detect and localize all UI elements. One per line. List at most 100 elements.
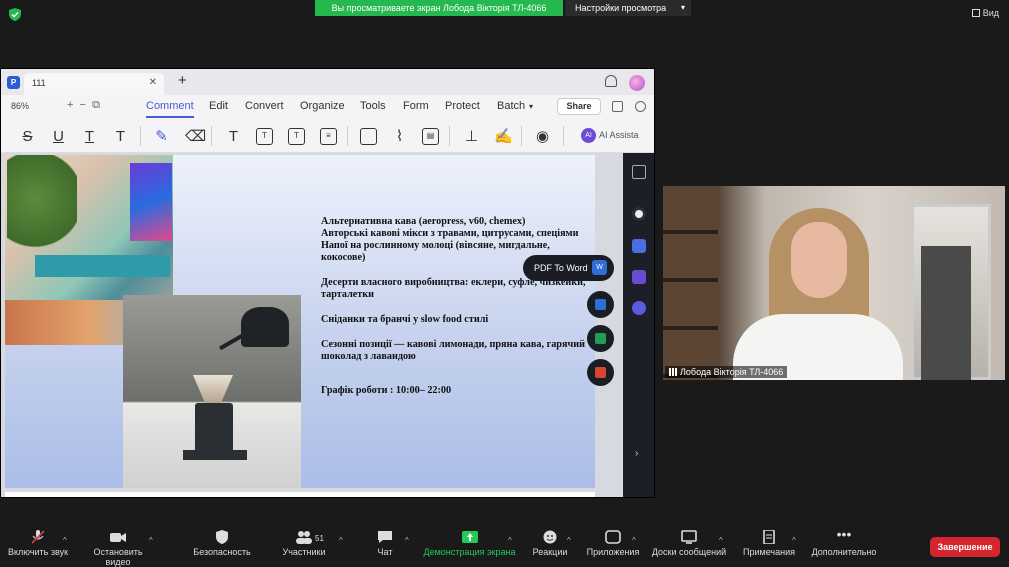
muted-mic-icon bbox=[31, 530, 45, 544]
view-button-label: Вид bbox=[982, 8, 999, 18]
new-tab-icon[interactable]: + bbox=[178, 72, 187, 89]
shield-check-icon[interactable] bbox=[9, 8, 21, 21]
meeting-controls-bar: Включить звук ^ Остановить видео ^ Безоп… bbox=[0, 527, 1009, 567]
participants-options-caret[interactable]: ^ bbox=[339, 535, 343, 545]
share-button[interactable]: Share bbox=[557, 98, 601, 115]
toolbar-divider bbox=[449, 126, 450, 146]
connect-icon[interactable] bbox=[612, 101, 623, 112]
chat-bot-icon[interactable] bbox=[632, 207, 646, 221]
participants-icon bbox=[296, 531, 312, 544]
signature-icon[interactable]: ✍ bbox=[494, 128, 513, 145]
participant-video-tile[interactable]: Лобода Вікторія ТЛ-4066 bbox=[663, 186, 1005, 380]
check-shield-icon[interactable] bbox=[632, 270, 646, 284]
shape-icon[interactable] bbox=[360, 128, 377, 145]
bell-icon[interactable] bbox=[605, 75, 617, 87]
document-tab-title: 111 bbox=[32, 78, 46, 88]
ai-assistant-button[interactable]: AI AI Assista bbox=[581, 128, 654, 145]
measure-icon[interactable]: ▤ bbox=[422, 128, 439, 145]
notes-button[interactable]: Примечания bbox=[742, 530, 796, 557]
participant-name-label: Лобода Вікторія ТЛ-4066 bbox=[665, 366, 788, 378]
toolbar-divider bbox=[140, 126, 141, 146]
audio-options-caret[interactable]: ^ bbox=[63, 535, 67, 545]
more-button[interactable]: ••• Дополнительно bbox=[811, 526, 877, 557]
security-button[interactable]: Безопасность bbox=[192, 530, 252, 557]
participant-name: Лобода Вікторія ТЛ-4066 bbox=[680, 367, 784, 377]
convert-sheet-button[interactable] bbox=[587, 325, 614, 352]
menu-protect[interactable]: Protect bbox=[445, 100, 480, 112]
ai-assistant-label: AI Assista bbox=[599, 129, 639, 140]
view-settings-dropdown[interactable]: Настройки просмотра ▾ bbox=[565, 0, 691, 16]
right-side-rail: › bbox=[623, 153, 654, 497]
underline-icon[interactable]: U bbox=[50, 128, 67, 145]
shared-screen-pdf-window: P 111 ✕ + 86% + − ⧉ Comment Edit Convert… bbox=[0, 68, 655, 498]
whiteboards-options-caret[interactable]: ^ bbox=[719, 535, 723, 545]
ellipsis-icon: ••• bbox=[836, 526, 852, 542]
translate-icon[interactable] bbox=[632, 239, 646, 253]
close-tab-icon[interactable]: ✕ bbox=[149, 77, 157, 88]
apps-options-caret[interactable]: ^ bbox=[632, 535, 636, 545]
chevron-right-icon[interactable]: › bbox=[635, 448, 638, 459]
callout-icon[interactable]: T bbox=[288, 128, 305, 145]
menu-tools[interactable]: Tools bbox=[360, 100, 386, 112]
menu-batch[interactable]: Batch bbox=[497, 100, 525, 112]
end-meeting-button[interactable]: Завершение bbox=[930, 537, 1000, 557]
eraser-icon[interactable]: ⌫ bbox=[185, 128, 206, 145]
stop-video-button[interactable]: Остановить видео bbox=[80, 530, 156, 567]
more-label: Дополнительно bbox=[811, 547, 877, 557]
paperclip-icon[interactable]: ⌇ bbox=[391, 128, 408, 145]
menu-form[interactable]: Form bbox=[403, 100, 429, 112]
stop-video-label: Остановить видео bbox=[93, 547, 143, 567]
pdf-page-area[interactable]: Альтернативна кава (aeropress, v60, chem… bbox=[1, 153, 623, 497]
next-page-edge bbox=[5, 492, 595, 497]
pdf-to-word-button[interactable]: PDF To Word W bbox=[523, 255, 614, 281]
convert-ppt-button[interactable] bbox=[587, 359, 614, 386]
word-icon: W bbox=[592, 260, 607, 275]
zoom-level[interactable]: 86% bbox=[11, 101, 29, 111]
unmute-button[interactable]: Включить звук bbox=[7, 530, 69, 557]
reactions-button[interactable]: Реакции bbox=[532, 530, 568, 557]
toolbar-divider bbox=[521, 126, 522, 146]
reactions-options-caret[interactable]: ^ bbox=[567, 535, 571, 545]
video-options-caret[interactable]: ^ bbox=[149, 535, 153, 545]
ai-icon: AI bbox=[581, 128, 596, 143]
slide-paragraph: Сезонні позиції — кавові лимонади, пряна… bbox=[321, 339, 585, 362]
user-avatar[interactable] bbox=[629, 75, 645, 91]
signal-bars-icon bbox=[669, 368, 677, 376]
ai-assistant-icon[interactable] bbox=[632, 301, 646, 315]
view-settings-label: Настройки просмотра bbox=[575, 3, 667, 13]
chat-options-caret[interactable]: ^ bbox=[405, 535, 409, 545]
stamp-icon[interactable]: ⊥ bbox=[463, 128, 480, 145]
zoom-controls[interactable]: + − ⧉ bbox=[67, 99, 100, 112]
squiggly-text-icon[interactable]: T bbox=[81, 128, 98, 145]
menu-comment[interactable]: Comment bbox=[146, 100, 194, 118]
notes-icon bbox=[763, 530, 775, 544]
screen-share-banner: Вы просматриваете экран Лобода Вікторія … bbox=[315, 0, 563, 16]
slide-text-block: Альтернативна кава (aeropress, v60, chem… bbox=[321, 216, 591, 410]
menu-edit[interactable]: Edit bbox=[209, 100, 228, 112]
chat-button[interactable]: Чат bbox=[374, 530, 396, 557]
document-tab[interactable]: 111 ✕ bbox=[24, 73, 164, 95]
smiley-icon bbox=[543, 530, 557, 544]
text-callout-icon[interactable]: T bbox=[112, 128, 129, 145]
cloud-upload-icon[interactable] bbox=[635, 101, 646, 112]
apps-label: Приложения bbox=[586, 547, 640, 557]
sliders-icon[interactable] bbox=[632, 165, 646, 179]
menu-organize[interactable]: Organize bbox=[300, 100, 345, 112]
menu-convert[interactable]: Convert bbox=[245, 100, 284, 112]
typewriter-icon[interactable]: T bbox=[225, 128, 242, 145]
share-screen-button[interactable]: Демонстрация экрана bbox=[423, 530, 516, 557]
eye-icon[interactable]: ◉ bbox=[534, 128, 551, 145]
pdf-slide-page: Альтернативна кава (aeropress, v60, chem… bbox=[5, 155, 595, 488]
note-icon[interactable]: ≡ bbox=[320, 128, 337, 145]
share-options-caret[interactable]: ^ bbox=[508, 535, 512, 545]
convert-excel-button[interactable] bbox=[587, 291, 614, 318]
notes-options-caret[interactable]: ^ bbox=[792, 535, 796, 545]
notes-label: Примечания bbox=[743, 547, 795, 557]
whiteboards-label: Доски сообщений bbox=[651, 547, 727, 557]
strikethrough-icon[interactable]: S bbox=[19, 128, 36, 145]
whiteboards-button[interactable]: Доски сообщений bbox=[651, 530, 727, 557]
text-box-icon[interactable]: T bbox=[256, 128, 273, 145]
view-button[interactable]: Вид bbox=[971, 8, 999, 18]
share-screen-label: Демонстрация экрана bbox=[423, 547, 516, 557]
highlighter-icon[interactable]: ✎ bbox=[153, 128, 170, 145]
